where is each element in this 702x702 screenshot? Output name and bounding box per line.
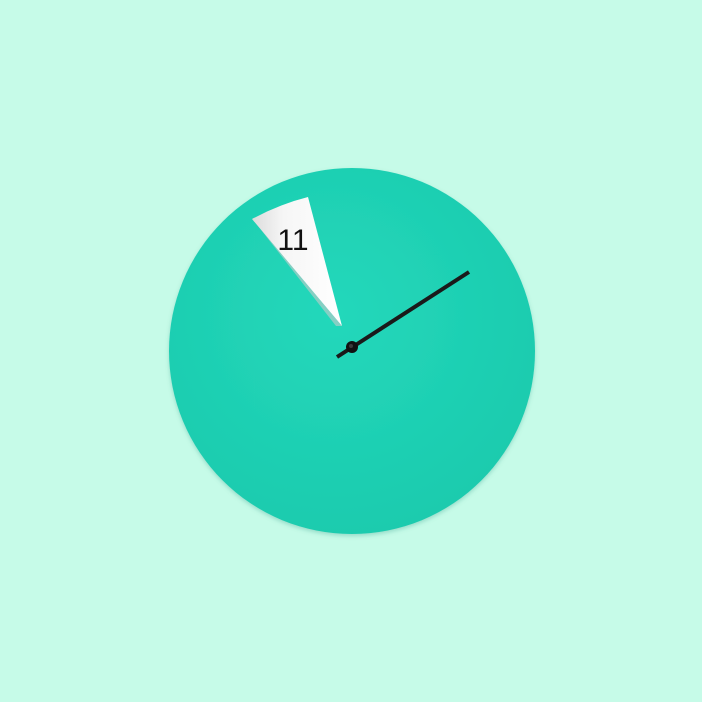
center-hub-highlight xyxy=(349,344,353,348)
hour-number: 11 xyxy=(277,224,308,257)
wall-clock: 11 xyxy=(169,168,535,534)
scene: 11 xyxy=(0,0,702,702)
